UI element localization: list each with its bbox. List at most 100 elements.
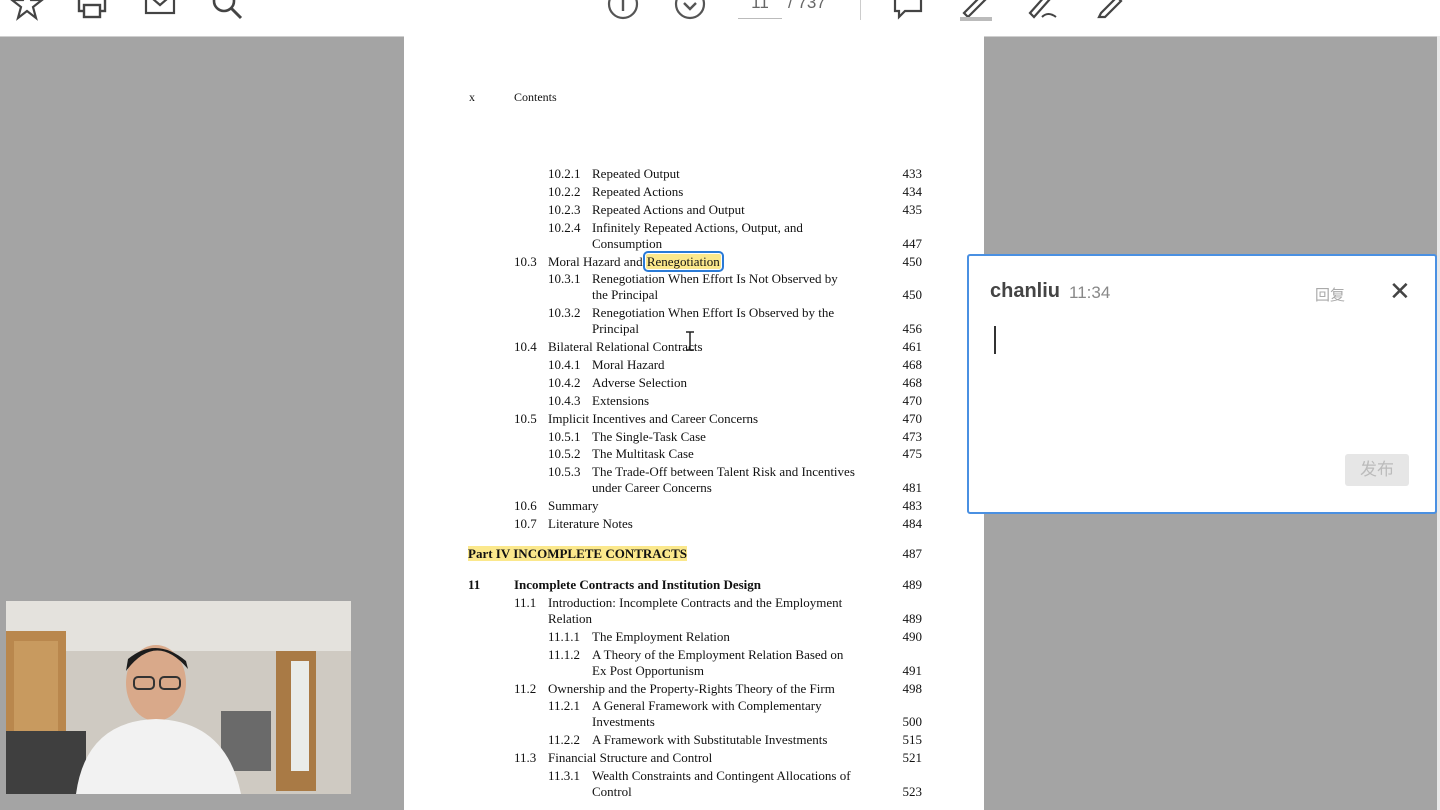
toc-entry-title-cont: Consumption [592, 236, 663, 251]
top-toolbar: 11 / 737 [0, 0, 1440, 37]
toc-entry-page: 481 [902, 480, 923, 495]
toc-entry-number: 10.4.1 [548, 357, 581, 372]
toc-entry-number: 10.3 [514, 254, 537, 269]
toolbar-divider [860, 0, 861, 20]
toc-entry-title: Ownership and the Property-Rights Theory… [548, 681, 835, 696]
toc-entry-page: 434 [902, 184, 923, 199]
toc-entry-number: 10.4 [514, 339, 537, 354]
comment-icon[interactable] [888, 0, 928, 22]
post-button[interactable]: 发布 [1345, 454, 1409, 486]
toc-title-text: Moral Hazard and [548, 254, 643, 269]
page-up-icon[interactable] [603, 0, 643, 22]
toc-entry-number: 11.1.2 [548, 647, 581, 662]
toc-entry-number: 10.2.4 [548, 220, 581, 235]
page-header-number: x [469, 90, 475, 104]
toc-entry-number: 10.4.3 [548, 393, 581, 408]
toc-entry-number: 11.2.1 [548, 698, 581, 713]
email-icon[interactable] [140, 0, 180, 22]
toc-entry-title-cont: Control [592, 784, 632, 799]
toc-entry-page: 489 [902, 611, 923, 626]
toc-entry-title-cont: Investments [592, 714, 655, 729]
toc-entry-title: A Framework with Substitutable Investmen… [592, 732, 828, 747]
part-highlight[interactable]: Part IV INCOMPLETE CONTRACTS [468, 546, 687, 561]
comment-author: chanliu [990, 280, 1061, 302]
toc-entry-title: Financial Structure and Control [548, 750, 713, 765]
toc-entry-title: Repeated Actions and Output [592, 202, 745, 217]
toc-entry-page: 521 [902, 750, 923, 765]
toc-entry-title-cont: under Career Concerns [592, 480, 712, 495]
page-down-icon[interactable] [670, 0, 710, 22]
toc-entry-page: 500 [902, 714, 923, 729]
text-cursor-icon [686, 331, 694, 351]
toc-entry-page: 470 [902, 411, 923, 426]
star-icon [10, 0, 44, 21]
reply-button[interactable]: 回复 [1315, 284, 1345, 305]
toc-entry-number: 11.2 [514, 681, 537, 696]
toc-entry-page: 433 [902, 166, 923, 181]
webcam-video [6, 601, 351, 794]
toc-entry-number: 10.6 [514, 498, 537, 513]
close-icon[interactable]: ✕ [1389, 278, 1411, 304]
toc-entry-page: 461 [902, 339, 923, 354]
page-header-title: Contents [514, 90, 557, 104]
toc-chapter-number: 11 [468, 577, 481, 592]
toc-entry-page: 456 [902, 321, 923, 336]
comment-input[interactable] [991, 326, 1411, 436]
toc-entry-number: 10.7 [514, 516, 537, 531]
toc-entry-page: 470 [902, 393, 923, 408]
toc-entry-title: Literature Notes [548, 516, 633, 531]
toc-entry-page: 491 [902, 663, 923, 678]
toc-entry-page: 473 [902, 429, 923, 444]
toc-entry-page: 490 [902, 629, 923, 644]
toc-entry-number: 10.2.1 [548, 166, 581, 181]
toc-entry-title: Renegotiation When Effort Is Not Observe… [592, 271, 838, 286]
signature-icon[interactable] [1021, 0, 1061, 22]
toc-entry-page: 475 [902, 446, 923, 461]
toc-entry-title: Repeated Output [592, 166, 680, 181]
toc-entry-number: 11.3 [514, 750, 537, 765]
toc-entry-page: 468 [902, 375, 923, 390]
toc-entry-page: 523 [902, 784, 923, 799]
toc-entry-number: 10.5.3 [548, 464, 581, 479]
toc-entry-page: 468 [902, 357, 923, 372]
webcam-image [6, 601, 351, 794]
toc-entry-page: 450 [902, 287, 923, 302]
comment-panel: chanliu 11:34 回复 ✕ 发布 [967, 254, 1437, 514]
toc-entry-title: Adverse Selection [592, 375, 687, 390]
toc-entry-number: 11.2.2 [548, 732, 581, 747]
toc-entry-number: 10.5 [514, 411, 537, 426]
toc-entry-page: 498 [902, 681, 923, 696]
toc-entry-title: Wealth Constraints and Contingent Alloca… [592, 768, 851, 783]
toc-entry-page: 450 [902, 254, 923, 269]
toc-entry-title: Infinitely Repeated Actions, Output, and [592, 220, 803, 235]
toc-entry-title: Implicit Incentives and Career Concerns [548, 411, 759, 426]
bookmark-star-icon[interactable] [7, 0, 47, 22]
toc-entry-page: 484 [902, 516, 923, 531]
document-page[interactable]: x Contents 10.2.1 Repeated Output 433 10… [404, 36, 984, 810]
selected-highlight-renegotiation[interactable]: Renegotiation [642, 251, 724, 272]
toc-part-title: Part IV INCOMPLETE CONTRACTS [468, 546, 687, 562]
toc-entry-title: The Multitask Case [592, 446, 694, 461]
toc-entry-title: The Trade-Off between Talent Risk and In… [592, 464, 855, 479]
print-icon[interactable] [72, 0, 112, 22]
toc-entry-number: 11.1 [514, 595, 537, 610]
toc-entry-title-cont: Ex Post Opportunism [592, 663, 704, 678]
toc-entry-title: Moral Hazard and Renegotiation [548, 251, 724, 272]
edit-pencil-icon[interactable] [1090, 0, 1130, 22]
toc-entry-page: 487 [902, 546, 923, 561]
toc-entry-title: Repeated Actions [592, 184, 684, 199]
toc-entry-number: 10.5.1 [548, 429, 581, 444]
toc-entry-number: 11.3.1 [548, 768, 581, 783]
toc-entry-title: Extensions [592, 393, 650, 408]
toc-entry-number: 10.3.1 [548, 271, 581, 286]
toc-entry-number: 10.5.2 [548, 446, 581, 461]
toc-entry-title: Bilateral Relational Contracts [548, 339, 703, 354]
toc-entry-number: 10.4.2 [548, 375, 581, 390]
toc-entry-page: 447 [902, 236, 923, 251]
page-number-input[interactable]: 11 [738, 0, 782, 19]
page-total: / 737 [788, 0, 826, 12]
toc-entry-page: 515 [902, 732, 923, 747]
toc-entry-page: 489 [902, 577, 923, 592]
highlight-pen-icon[interactable] [955, 0, 995, 22]
search-icon[interactable] [207, 0, 247, 22]
